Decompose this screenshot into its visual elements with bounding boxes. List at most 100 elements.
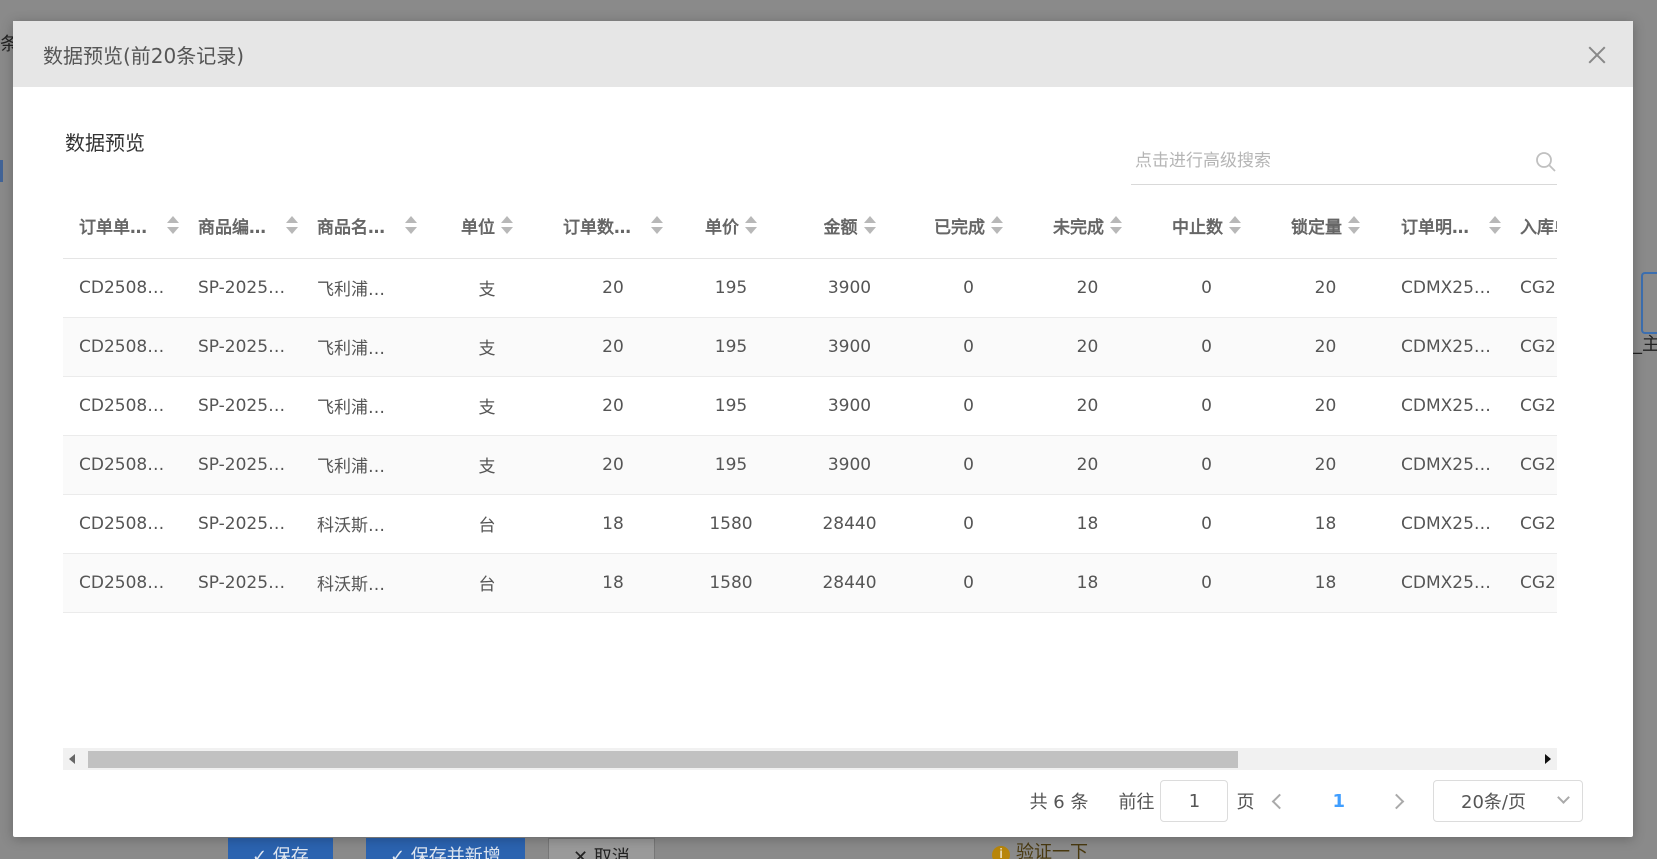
column-header-order-detail[interactable]: 订单明细… <box>1385 193 1504 259</box>
page-size-value: 20条/页 <box>1461 792 1526 813</box>
data-table: 订单单号… 商品编号… 商品名称… 单位 订单数量… 单价 金额 已完成 未完成… <box>63 193 1557 613</box>
column-header-inbound-no[interactable]: 入库单号 <box>1504 193 1557 259</box>
sort-icon[interactable] <box>1348 215 1360 235</box>
cell-unit: 支 <box>420 376 554 436</box>
cell-unit-price: 195 <box>672 435 790 495</box>
cell-locked-qty: 20 <box>1266 317 1385 377</box>
chevron-down-icon <box>1557 791 1570 804</box>
column-header-amount[interactable]: 金额 <box>790 193 909 259</box>
cell-amount: 28440 <box>790 494 909 554</box>
cell-amount: 3900 <box>790 376 909 436</box>
cell-product-name: 飞利浦… <box>301 317 420 377</box>
table-row[interactable]: CD2508… SP-2025… 科沃斯… 台 18 1580 28440 0 18 0 18 CDM… <box>63 494 1557 554</box>
cell-terminated: 0 <box>1147 553 1266 613</box>
search-input[interactable] <box>1131 150 1521 171</box>
cell-terminated: 0 <box>1147 376 1266 436</box>
cell-product-code: SP-2025… <box>182 435 301 495</box>
cell-unit-price: 1580 <box>672 494 790 554</box>
cell-amount: 3900 <box>790 317 909 377</box>
table-row[interactable]: CD2508… SP-2025… 飞利浦… 支 20 195 3900 0 20 0 20 CDMX2… <box>63 376 1557 436</box>
column-header-product-name[interactable]: 商品名称… <box>301 193 420 259</box>
cell-product-name: 科沃斯… <box>301 553 420 613</box>
column-header-completed[interactable]: 已完成 <box>909 193 1028 259</box>
cell-order-no: CD2508… <box>63 553 182 613</box>
scroll-right-arrow-icon[interactable] <box>1545 754 1551 764</box>
goto-page-input[interactable] <box>1160 780 1229 822</box>
pagination: 共 6 条 前往 页 1 20条/页 <box>1030 780 1583 822</box>
cell-order-no: CD2508… <box>63 376 182 436</box>
cell-inbound-no: CG2508 <box>1504 435 1557 495</box>
horizontal-scrollbar[interactable] <box>63 748 1557 770</box>
sort-icon[interactable] <box>991 215 1003 235</box>
cell-incomplete: 20 <box>1028 435 1147 495</box>
next-page-icon[interactable] <box>1389 791 1409 811</box>
cell-amount: 3900 <box>790 258 909 318</box>
cell-order-no: CD2508… <box>63 494 182 554</box>
cell-order-no: CD2508… <box>63 317 182 377</box>
cell-product-name: 飞利浦… <box>301 376 420 436</box>
column-header-terminated[interactable]: 中止数 <box>1147 193 1266 259</box>
cell-order-no: CD2508… <box>63 435 182 495</box>
column-header-locked-qty[interactable]: 锁定量 <box>1266 193 1385 259</box>
sort-icon[interactable] <box>501 215 513 235</box>
cell-order-detail: CDMX25… <box>1385 258 1504 318</box>
scroll-left-arrow-icon[interactable] <box>69 754 75 764</box>
cell-completed: 0 <box>909 376 1028 436</box>
cell-product-name: 飞利浦… <box>301 258 420 318</box>
background-text-fragment-right: _主 <box>1633 334 1657 355</box>
cell-product-code: SP-2025… <box>182 494 301 554</box>
sort-icon[interactable] <box>1229 215 1241 235</box>
cell-unit-price: 1580 <box>672 553 790 613</box>
sort-icon[interactable] <box>405 215 417 235</box>
cell-terminated: 0 <box>1147 494 1266 554</box>
sort-icon[interactable] <box>1489 215 1501 235</box>
sort-icon[interactable] <box>863 215 876 235</box>
dialog-title: 数据预览(前20条记录) <box>43 43 245 68</box>
page-size-select[interactable]: 20条/页 <box>1433 780 1583 822</box>
cell-product-name: 科沃斯… <box>301 494 420 554</box>
cell-completed: 0 <box>909 553 1028 613</box>
column-header-unit[interactable]: 单位 <box>420 193 554 259</box>
cell-order-detail: CDMX25… <box>1385 553 1504 613</box>
cell-order-detail: CDMX25… <box>1385 376 1504 436</box>
column-header-unit-price[interactable]: 单价 <box>672 193 790 259</box>
table-row[interactable]: CD2508… SP-2025… 飞利浦… 支 20 195 3900 0 20 0 20 CDMX2… <box>63 317 1557 377</box>
advanced-search[interactable] <box>1131 137 1557 185</box>
close-icon[interactable] <box>1587 45 1607 65</box>
cell-inbound-no: CG2508 <box>1504 376 1557 436</box>
cell-unit: 支 <box>420 258 554 318</box>
cell-unit: 支 <box>420 317 554 377</box>
cell-inbound-no: CG2508 <box>1504 258 1557 318</box>
scrollbar-thumb[interactable] <box>88 751 1238 768</box>
cell-unit: 支 <box>420 435 554 495</box>
cell-order-no: CD2508… <box>63 258 182 318</box>
sort-icon[interactable] <box>745 215 757 235</box>
sort-icon[interactable] <box>286 215 298 235</box>
column-header-incomplete[interactable]: 未完成 <box>1028 193 1147 259</box>
table-row[interactable]: CD2508… SP-2025… 科沃斯… 台 18 1580 28440 0 18 0 18 CDM… <box>63 553 1557 613</box>
column-header-order-qty[interactable]: 订单数量… <box>554 193 672 259</box>
cell-order-detail: CDMX25… <box>1385 317 1504 377</box>
cell-product-code: SP-2025… <box>182 317 301 377</box>
cell-amount: 28440 <box>790 553 909 613</box>
table-row[interactable]: CD2508… SP-2025… 飞利浦… 支 20 195 3900 0 20 0 20 CDMX2… <box>63 435 1557 495</box>
cell-unit-price: 195 <box>672 376 790 436</box>
sort-icon[interactable] <box>167 215 179 235</box>
cell-order-qty: 20 <box>554 258 672 318</box>
cell-incomplete: 18 <box>1028 553 1147 613</box>
data-table-container: 订单单号… 商品编号… 商品名称… 单位 订单数量… 单价 金额 已完成 未完成… <box>63 193 1557 748</box>
cell-product-name: 飞利浦… <box>301 435 420 495</box>
sort-icon[interactable] <box>1110 215 1122 235</box>
current-page-number[interactable]: 1 <box>1332 791 1345 812</box>
info-icon: i <box>992 846 1010 859</box>
search-icon[interactable] <box>1535 151 1557 173</box>
prev-page-icon[interactable] <box>1268 791 1288 811</box>
cell-incomplete: 20 <box>1028 258 1147 318</box>
cell-inbound-no: CG2508 <box>1504 553 1557 613</box>
background-save-button: ✓ 保存 <box>228 838 333 859</box>
column-header-order-no[interactable]: 订单单号… <box>63 193 182 259</box>
column-header-product-code[interactable]: 商品编号… <box>182 193 301 259</box>
cell-inbound-no: CG2508 <box>1504 317 1557 377</box>
sort-icon[interactable] <box>651 215 663 235</box>
table-row[interactable]: CD2508… SP-2025… 飞利浦… 支 20 195 3900 0 20 0 20 CDMX2… <box>63 258 1557 318</box>
